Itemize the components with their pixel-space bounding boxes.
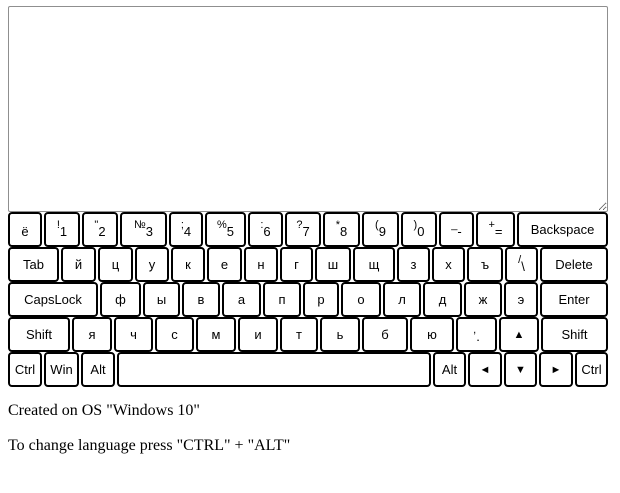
key-a[interactable]: а: [222, 282, 261, 317]
key-t[interactable]: т: [280, 317, 318, 352]
key-p[interactable]: п: [263, 282, 301, 317]
key-capslock[interactable]: CapsLock: [8, 282, 98, 317]
key-i[interactable]: и: [238, 317, 278, 352]
key-k[interactable]: к: [171, 247, 205, 282]
key-shift-right[interactable]: Shift: [541, 317, 608, 352]
main-symbol: 1: [59, 224, 68, 239]
key-ts[interactable]: ц: [98, 247, 133, 282]
keyboard-row: Tab й ц у к е н г ш щ з х ъ / \ Delete: [8, 247, 608, 282]
key-yo[interactable]: ё: [8, 212, 42, 247]
key-u[interactable]: у: [135, 247, 169, 282]
text-area[interactable]: [8, 6, 608, 212]
os-info-text: Created on OS "Windows 10": [8, 402, 200, 419]
key-sh[interactable]: ш: [315, 247, 351, 282]
key-space[interactable]: [117, 352, 431, 387]
keyboard-row: Ctrl Win Alt Alt ◄ ▼ ► Ctrl: [8, 352, 608, 387]
main-symbol: 8: [340, 224, 348, 239]
key-shift-left[interactable]: Shift: [8, 317, 70, 352]
key-s[interactable]: с: [155, 317, 194, 352]
shift-symbol: %: [216, 218, 227, 231]
main-symbol: 0: [417, 224, 425, 239]
key-win[interactable]: Win: [44, 352, 79, 387]
language-hint-text: To change language press "CTRL" + "ALT": [8, 437, 291, 454]
main-symbol: ё: [21, 224, 29, 239]
key-g[interactable]: г: [280, 247, 313, 282]
key-shch[interactable]: щ: [353, 247, 395, 282]
key-m[interactable]: м: [196, 317, 236, 352]
key-b[interactable]: б: [362, 317, 408, 352]
key-ctrl-right[interactable]: Ctrl: [575, 352, 608, 387]
key-zh[interactable]: ж: [464, 282, 502, 317]
key-d[interactable]: д: [423, 282, 462, 317]
key-y[interactable]: ы: [143, 282, 180, 317]
main-symbol: 4: [183, 224, 192, 239]
key-e[interactable]: е: [207, 247, 242, 282]
key-8[interactable]: * 8: [323, 212, 360, 247]
key-6[interactable]: :6: [248, 212, 283, 247]
keyboard-row: ё! 1 " 2 № 3; 4% 5:6? 7 * 8(9) 0 _ - + = Backspace: [8, 212, 608, 247]
main-symbol: 6: [263, 224, 271, 239]
main-symbol: \: [521, 259, 525, 274]
footer: Created on OS "Windows 10" To change lan…: [8, 402, 290, 455]
key-enter[interactable]: Enter: [540, 282, 608, 317]
main-symbol: 3: [145, 224, 154, 239]
key-yu[interactable]: ю: [410, 317, 454, 352]
key-slash[interactable]: / \: [505, 247, 538, 282]
key-equals[interactable]: + =: [476, 212, 515, 247]
key-f[interactable]: ф: [100, 282, 141, 317]
key-v[interactable]: в: [182, 282, 220, 317]
key-arrow-up[interactable]: ▲: [499, 317, 539, 352]
main-symbol: -: [457, 224, 462, 239]
main-symbol: .: [476, 329, 480, 344]
key-kh[interactable]: х: [432, 247, 465, 282]
key-l[interactable]: л: [383, 282, 421, 317]
shift-symbol: №: [133, 218, 146, 231]
key-backspace[interactable]: Backspace: [517, 212, 608, 247]
key-1[interactable]: ! 1: [44, 212, 80, 247]
key-alt-right[interactable]: Alt: [433, 352, 466, 387]
main-symbol: 2: [98, 224, 106, 239]
main-symbol: 7: [302, 224, 310, 239]
key-ch[interactable]: ч: [114, 317, 153, 352]
key-arrow-left[interactable]: ◄: [468, 352, 502, 387]
keyboard-row: Shift я ч с м и т ь б ю,. ▲ Shift: [8, 317, 608, 352]
key-y-short[interactable]: й: [61, 247, 96, 282]
key-0[interactable]: ) 0: [401, 212, 437, 247]
key-period[interactable]: ,.: [456, 317, 497, 352]
key-soft-sign[interactable]: ь: [320, 317, 360, 352]
key-ctrl-left[interactable]: Ctrl: [8, 352, 42, 387]
key-minus[interactable]: _ -: [439, 212, 474, 247]
main-symbol: 5: [226, 224, 234, 239]
key-9[interactable]: (9: [362, 212, 399, 247]
main-symbol: =: [494, 224, 503, 239]
key-7[interactable]: ? 7: [285, 212, 321, 247]
key-4[interactable]: ; 4: [169, 212, 203, 247]
virtual-keyboard: ё! 1 " 2 № 3; 4% 5:6? 7 * 8(9) 0 _ - + = Backspace Tab й ц у…: [8, 212, 608, 387]
main-symbol: 9: [378, 224, 386, 239]
keyboard-row: CapsLock ф ы в а п р о л д ж э Enter: [8, 282, 608, 317]
key-arrow-right[interactable]: ►: [539, 352, 573, 387]
key-z[interactable]: з: [397, 247, 430, 282]
key-tab[interactable]: Tab: [8, 247, 59, 282]
key-5[interactable]: % 5: [205, 212, 246, 247]
key-arrow-down[interactable]: ▼: [504, 352, 537, 387]
key-delete[interactable]: Delete: [540, 247, 608, 282]
key-3[interactable]: № 3: [120, 212, 167, 247]
key-hard-sign[interactable]: ъ: [467, 247, 503, 282]
key-2[interactable]: " 2: [82, 212, 118, 247]
key-r[interactable]: р: [303, 282, 339, 317]
key-e-rev[interactable]: э: [504, 282, 538, 317]
key-o[interactable]: о: [341, 282, 381, 317]
key-n[interactable]: н: [244, 247, 278, 282]
key-alt-left[interactable]: Alt: [81, 352, 115, 387]
key-ya[interactable]: я: [72, 317, 112, 352]
